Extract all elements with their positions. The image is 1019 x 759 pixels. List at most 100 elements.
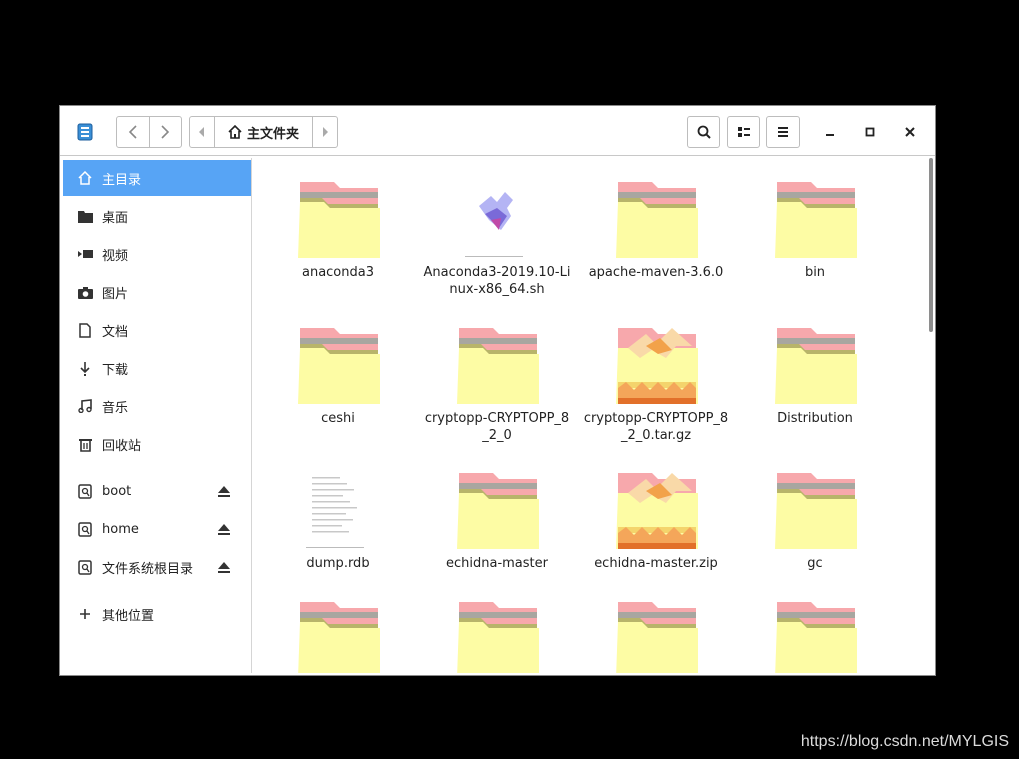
- file-name: Distribution: [777, 411, 853, 426]
- sidebar-device-boot[interactable]: boot: [63, 473, 251, 509]
- triangle-left-icon: [199, 127, 204, 137]
- file-item[interactable]: gc: [740, 469, 890, 599]
- file-name: anaconda3: [301, 265, 374, 280]
- file-thumbnail: [616, 598, 698, 673]
- file-thumbnail: [775, 178, 857, 260]
- list-view-icon: [737, 127, 750, 137]
- file-name: cryptopp-CRYPTOPP_8_2_0: [424, 411, 570, 443]
- home-icon: [228, 125, 242, 139]
- folder-icon: [457, 602, 539, 673]
- sidebar-device-root[interactable]: 文件系统根目录: [63, 549, 251, 585]
- file-item[interactable]: Distribution: [740, 324, 890, 454]
- trash-icon: [77, 436, 93, 452]
- file-item[interactable]: cryptopp-CRYPTOPP_8_2_0: [422, 324, 572, 454]
- download-icon: [77, 360, 93, 376]
- file-item[interactable]: [422, 598, 572, 673]
- file-thumbnail: [298, 469, 380, 551]
- chevron-left-icon: [128, 125, 137, 139]
- file-name: dump.rdb: [306, 556, 370, 571]
- maximize-button[interactable]: [858, 120, 882, 144]
- drive-icon: [77, 521, 93, 537]
- sidebar-item-documents[interactable]: 文档: [63, 312, 251, 348]
- folder-icon: [775, 182, 857, 258]
- sidebar-item-label: 主目录: [102, 172, 142, 188]
- view-toggle-button[interactable]: [727, 116, 760, 148]
- folder-icon: [775, 328, 857, 404]
- file-name: gc: [807, 556, 823, 571]
- sidebar-item-label: 回收站: [102, 438, 142, 454]
- folder-icon: [616, 602, 698, 673]
- file-item[interactable]: echidna-master.zip: [581, 469, 731, 599]
- file-thumbnail: [457, 178, 539, 260]
- plus-icon: [77, 606, 93, 622]
- eject-icon[interactable]: [217, 484, 231, 498]
- file-name: echidna-master: [446, 556, 548, 571]
- sidebar-item-desktop[interactable]: 桌面: [63, 198, 251, 234]
- sidebar-item-pictures[interactable]: 图片: [63, 274, 251, 310]
- file-item[interactable]: anaconda3: [263, 178, 413, 308]
- file-name: cryptopp-CRYPTOPP_8_2_0.tar.gz: [583, 411, 729, 443]
- close-button[interactable]: [898, 120, 922, 144]
- file-name: ceshi: [321, 411, 355, 426]
- sidebar-item-label: 其他位置: [102, 608, 155, 624]
- folder-icon: [616, 182, 698, 258]
- file-item[interactable]: ceshi: [263, 324, 413, 454]
- path-crumb-home[interactable]: 主文件夹: [215, 123, 312, 142]
- sidebar-item-home[interactable]: 主目录: [63, 160, 251, 196]
- sidebar-item-music[interactable]: 音乐: [63, 388, 251, 424]
- close-icon: [905, 127, 915, 137]
- file-thumbnail: [616, 178, 698, 260]
- sidebar-item-label: 音乐: [102, 400, 129, 416]
- triangle-right-icon: [323, 127, 328, 137]
- file-item[interactable]: bin: [740, 178, 890, 308]
- sidebar-item-downloads[interactable]: 下载: [63, 350, 251, 386]
- watermark-text: https://blog.csdn.net/MYLGIS: [800, 733, 1009, 750]
- eject-icon[interactable]: [217, 522, 231, 536]
- scrollbar-thumb[interactable]: [929, 158, 933, 332]
- music-icon: [77, 398, 93, 414]
- folder-icon: [298, 182, 380, 258]
- chevron-right-icon: [161, 125, 170, 139]
- menu-button[interactable]: [766, 116, 800, 148]
- file-item[interactable]: [263, 598, 413, 673]
- file-item[interactable]: Anaconda3-2019.10-Linux-x86_64.sh: [422, 178, 572, 308]
- document-icon: [77, 322, 93, 338]
- file-thumbnail: [457, 469, 539, 551]
- file-item[interactable]: apache-maven-3.6.0: [581, 178, 731, 308]
- file-item[interactable]: cryptopp-CRYPTOPP_8_2_0.tar.gz: [581, 324, 731, 454]
- search-icon: [697, 125, 711, 139]
- sidebar-device-home[interactable]: home: [63, 511, 251, 547]
- home-icon: [77, 170, 93, 186]
- file-thumbnail: [616, 324, 698, 406]
- file-item[interactable]: dump.rdb: [263, 469, 413, 599]
- sidebar: 主目录 桌面 视频 图片 文档 下载 音乐 回收站 boot home 文件系统…: [63, 158, 252, 673]
- path-scroll-left-button[interactable]: [190, 117, 215, 147]
- app-icon: [72, 116, 98, 148]
- file-name: Anaconda3-2019.10-Linux-x86_64.sh: [423, 265, 571, 297]
- file-name: apache-maven-3.6.0: [588, 265, 724, 280]
- sidebar-item-trash[interactable]: 回收站: [63, 426, 251, 462]
- sidebar-item-video[interactable]: 视频: [63, 236, 251, 272]
- sidebar-other-locations[interactable]: 其他位置: [63, 596, 251, 632]
- folder-icon: [457, 473, 539, 549]
- maximize-icon: [865, 127, 875, 137]
- file-manager-app-icon: [77, 123, 93, 141]
- path-crumb-label: 主文件夹: [246, 126, 299, 142]
- file-item[interactable]: echidna-master: [422, 469, 572, 599]
- drive-icon: [77, 559, 93, 575]
- path-scroll-right-button[interactable]: [312, 117, 337, 147]
- video-icon: [77, 246, 93, 262]
- minimize-button[interactable]: [818, 120, 842, 144]
- file-item[interactable]: [740, 598, 890, 673]
- back-button[interactable]: [117, 117, 149, 147]
- file-item[interactable]: [581, 598, 731, 673]
- script-file-icon: [465, 192, 523, 257]
- file-thumbnail: [775, 324, 857, 406]
- search-button[interactable]: [687, 116, 720, 148]
- hamburger-menu-icon: [778, 127, 788, 137]
- forward-button[interactable]: [148, 117, 182, 147]
- text-file-icon: [306, 477, 364, 548]
- eject-icon[interactable]: [217, 560, 231, 574]
- file-thumbnail: [457, 324, 539, 406]
- sidebar-item-label: 视频: [102, 248, 129, 264]
